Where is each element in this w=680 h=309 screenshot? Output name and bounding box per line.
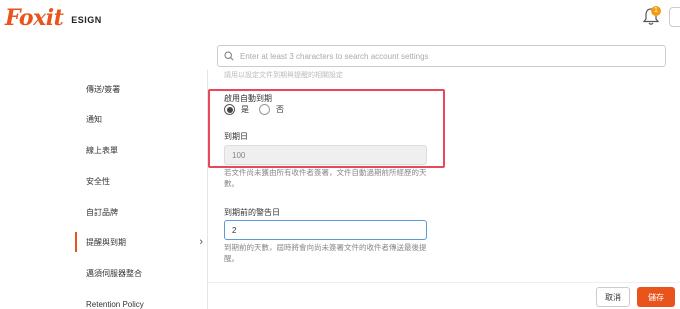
top-header: Foxit ESIGN 1 <box>0 0 680 37</box>
search-input[interactable] <box>240 51 640 61</box>
notification-badge: 1 <box>651 6 661 16</box>
expiry-days-value: 100 <box>232 150 246 160</box>
sidebar-item-security[interactable]: 安全性 <box>75 171 205 191</box>
sidebar-item-label: 線上表單 <box>86 145 118 155</box>
warning-days-value: 2 <box>232 225 237 235</box>
sidebar-item-label: 安全性 <box>86 176 110 186</box>
sidebar-item-notifications[interactable]: 通知 <box>75 109 205 129</box>
sidebar-item-label: Retention Policy <box>86 299 144 309</box>
auto-expire-radio-group: 是 否 <box>224 104 294 115</box>
sidebar-item-server-integration[interactable]: 邁須伺服器整合 <box>75 263 205 283</box>
sidebar-item-label: 通知 <box>86 114 102 124</box>
settings-search-box[interactable] <box>217 45 666 67</box>
warning-days-label: 到期前的警告日 <box>224 208 280 217</box>
footer-divider <box>208 282 680 283</box>
save-button[interactable]: 儲存 <box>637 287 675 307</box>
sidebar-item-send-sign[interactable]: 傳送/簽署 <box>75 79 205 99</box>
sidebar-item-custom-branding[interactable]: 自訂品牌 <box>75 202 205 222</box>
radio-yes[interactable] <box>224 104 235 115</box>
foxit-esign-logo[interactable]: Foxit ESIGN <box>5 5 102 31</box>
logo-esign-text: ESIGN <box>71 15 102 25</box>
radio-yes-label: 是 <box>241 105 249 114</box>
chevron-right-icon: › <box>199 236 203 248</box>
sidebar-item-web-forms[interactable]: 線上表單 <box>75 140 205 160</box>
section-description-cut: 請用以設定文件到期與提醒的相關設定 <box>224 72 343 79</box>
sidebar-item-reminders-expiration[interactable]: 提醒與到期 › <box>75 232 205 252</box>
radio-no-label: 否 <box>276 105 284 114</box>
sidebar-item-label: 傳送/簽署 <box>86 84 121 94</box>
settings-content: 請用以設定文件到期與提醒的相關設定 啟用自動到期 是 否 到期日 100 若文件… <box>208 70 680 309</box>
logo-foxit-text: Foxit <box>5 5 64 31</box>
sidebar-item-retention-policy[interactable]: Retention Policy <box>75 294 205 309</box>
expiry-days-label: 到期日 <box>224 132 248 141</box>
cancel-button[interactable]: 取消 <box>596 287 630 307</box>
auto-expire-label: 啟用自動到期 <box>224 94 272 103</box>
warning-days-help: 到期前的天數，屆時將會向尚未簽署文件的收件者傳送最後提醒。 <box>224 243 427 263</box>
user-menu-button[interactable] <box>669 7 680 27</box>
expiry-days-field[interactable]: 100 <box>224 145 427 165</box>
settings-sidebar: 傳送/簽署 通知 線上表單 安全性 自訂品牌 提醒與到期 › 邁須伺服器整合 R… <box>0 70 207 309</box>
warning-days-field[interactable]: 2 <box>224 220 427 240</box>
sidebar-item-label: 提醒與到期 <box>86 237 126 247</box>
search-icon <box>218 46 240 66</box>
sidebar-item-label: 自訂品牌 <box>86 207 118 217</box>
radio-no[interactable] <box>259 104 270 115</box>
expiry-days-help: 若文件尚未獲由所有收件者簽署，文件自動過期前所經歷的天數。 <box>224 168 427 188</box>
sidebar-item-label: 邁須伺服器整合 <box>86 268 142 278</box>
